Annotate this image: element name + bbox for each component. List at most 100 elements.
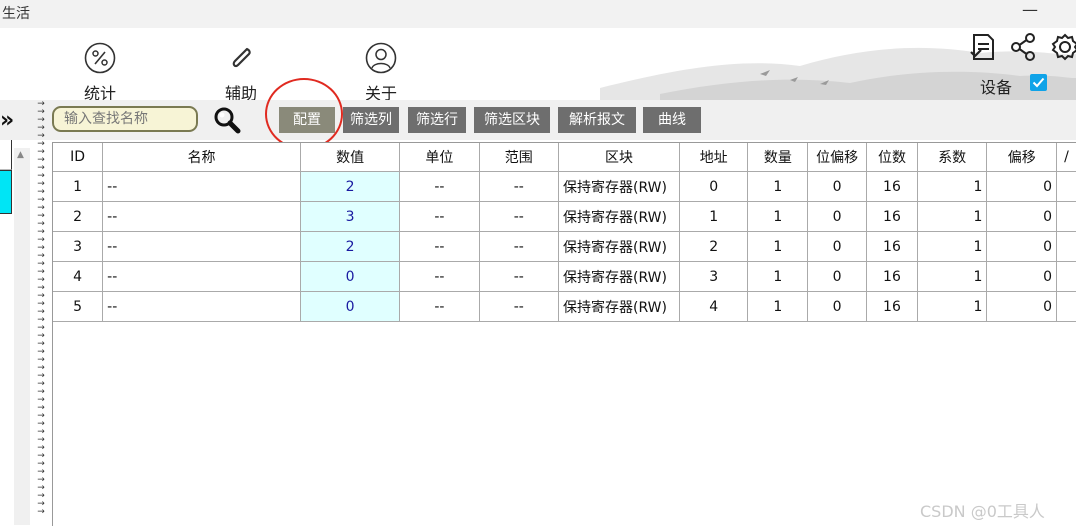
cell-offset: 0 bbox=[987, 292, 1057, 322]
cell-block: 保持寄存器(RW) bbox=[559, 202, 680, 232]
cell-id: 5 bbox=[53, 292, 103, 322]
share-icon[interactable] bbox=[1010, 32, 1038, 62]
cell-unit: -- bbox=[400, 232, 479, 262]
cell-value[interactable]: 0 bbox=[301, 262, 400, 292]
cell-value[interactable]: 3 bbox=[301, 202, 400, 232]
cell-bit-offset: 0 bbox=[808, 202, 867, 232]
cell-address: 1 bbox=[679, 202, 748, 232]
cell-coefficient: 1 bbox=[917, 232, 987, 262]
data-grid: ID 名称 数值 单位 范围 区块 地址 数量 位偏移 位数 系数 偏移 / 1… bbox=[52, 142, 1076, 526]
table-header-row: ID 名称 数值 单位 范围 区块 地址 数量 位偏移 位数 系数 偏移 / bbox=[53, 143, 1076, 172]
cell-id: 1 bbox=[53, 172, 103, 202]
table-row[interactable]: 3--2----保持寄存器(RW)2101610 bbox=[53, 232, 1076, 262]
cell-more bbox=[1057, 232, 1076, 262]
cell-range: -- bbox=[479, 202, 558, 232]
cell-coefficient: 1 bbox=[917, 202, 987, 232]
gear-icon[interactable] bbox=[1050, 32, 1076, 62]
cell-coefficient: 1 bbox=[917, 262, 987, 292]
cell-bit-offset: 0 bbox=[808, 232, 867, 262]
panel-splitter[interactable]: →→→→→→→→→→→→→→→→→→→→→→→→→→→→→→→→→→→→→→→→… bbox=[34, 100, 48, 525]
cell-value[interactable]: 2 bbox=[301, 172, 400, 202]
left-panel-header bbox=[0, 140, 12, 170]
search-input[interactable] bbox=[52, 106, 198, 132]
cell-name: -- bbox=[103, 292, 301, 322]
cell-id: 2 bbox=[53, 202, 103, 232]
column-header-name[interactable]: 名称 bbox=[103, 143, 301, 172]
column-header-coefficient[interactable]: 系数 bbox=[917, 143, 987, 172]
table-row[interactable]: 1--2----保持寄存器(RW)0101610 bbox=[53, 172, 1076, 202]
cell-range: -- bbox=[479, 292, 558, 322]
cell-name: -- bbox=[103, 262, 301, 292]
left-panel-selected-item[interactable] bbox=[0, 170, 12, 214]
cell-block: 保持寄存器(RW) bbox=[559, 262, 680, 292]
title-bar: 生活 — bbox=[0, 0, 1076, 28]
cell-more bbox=[1057, 262, 1076, 292]
cell-block: 保持寄存器(RW) bbox=[559, 172, 680, 202]
cell-coefficient: 1 bbox=[917, 292, 987, 322]
cell-more bbox=[1057, 292, 1076, 322]
cell-name: -- bbox=[103, 232, 301, 262]
cell-more bbox=[1057, 202, 1076, 232]
table-row[interactable]: 5--0----保持寄存器(RW)4101610 bbox=[53, 292, 1076, 322]
paperclip-icon bbox=[225, 42, 257, 74]
cell-bit-count: 16 bbox=[867, 262, 918, 292]
column-header-block[interactable]: 区块 bbox=[559, 143, 680, 172]
cell-unit: -- bbox=[400, 202, 479, 232]
cell-bit-count: 16 bbox=[867, 232, 918, 262]
cell-name: -- bbox=[103, 172, 301, 202]
column-header-address[interactable]: 地址 bbox=[679, 143, 748, 172]
cell-value[interactable]: 0 bbox=[301, 292, 400, 322]
scroll-up-icon[interactable]: ▲ bbox=[17, 150, 24, 160]
cell-address: 4 bbox=[679, 292, 748, 322]
ribbon-button-assist[interactable]: 辅助 bbox=[201, 42, 281, 104]
cell-coefficient: 1 bbox=[917, 172, 987, 202]
cell-quantity: 1 bbox=[748, 292, 808, 322]
report-icon[interactable] bbox=[968, 32, 998, 62]
filter-rows-button[interactable]: 筛选行 bbox=[408, 107, 466, 133]
cell-value[interactable]: 2 bbox=[301, 232, 400, 262]
window-title: 生活 bbox=[2, 3, 30, 23]
cell-id: 3 bbox=[53, 232, 103, 262]
table-row[interactable]: 4--0----保持寄存器(RW)3101610 bbox=[53, 262, 1076, 292]
cell-block: 保持寄存器(RW) bbox=[559, 232, 680, 262]
column-header-unit[interactable]: 单位 bbox=[400, 143, 479, 172]
curve-button[interactable]: 曲线 bbox=[643, 107, 701, 133]
cell-range: -- bbox=[479, 262, 558, 292]
column-header-range[interactable]: 范围 bbox=[479, 143, 558, 172]
filter-blocks-button[interactable]: 筛选区块 bbox=[474, 107, 550, 133]
column-header-quantity[interactable]: 数量 bbox=[748, 143, 808, 172]
cell-quantity: 1 bbox=[748, 202, 808, 232]
cell-bit-count: 16 bbox=[867, 202, 918, 232]
cell-more bbox=[1057, 172, 1076, 202]
cell-unit: -- bbox=[400, 172, 479, 202]
parse-message-button[interactable]: 解析报文 bbox=[558, 107, 636, 133]
filter-columns-button[interactable]: 筛选列 bbox=[343, 107, 399, 133]
device-checkbox[interactable] bbox=[1030, 74, 1047, 91]
column-header-bit-count[interactable]: 位数 bbox=[867, 143, 918, 172]
column-header-id[interactable]: ID bbox=[53, 143, 103, 172]
table-row[interactable]: 2--3----保持寄存器(RW)1101610 bbox=[53, 202, 1076, 232]
expand-panel-icon[interactable]: » bbox=[0, 110, 14, 132]
cell-bit-offset: 0 bbox=[808, 292, 867, 322]
watermark: CSDN @0工具人 bbox=[920, 498, 1045, 522]
column-header-value[interactable]: 数值 bbox=[301, 143, 400, 172]
minimize-button[interactable]: — bbox=[1022, 0, 1038, 19]
cell-unit: -- bbox=[400, 262, 479, 292]
ribbon-button-stats[interactable]: 统计 bbox=[60, 42, 140, 104]
cell-bit-offset: 0 bbox=[808, 262, 867, 292]
cell-id: 4 bbox=[53, 262, 103, 292]
column-header-more[interactable]: / bbox=[1057, 143, 1076, 172]
ribbon-button-about[interactable]: 关于 bbox=[341, 42, 421, 104]
left-scrollbar[interactable]: ▲ bbox=[14, 148, 30, 525]
percent-icon bbox=[84, 42, 116, 74]
config-button[interactable]: 配置 bbox=[279, 107, 335, 133]
cell-quantity: 1 bbox=[748, 262, 808, 292]
search-icon[interactable] bbox=[212, 105, 242, 135]
cell-address: 0 bbox=[679, 172, 748, 202]
column-header-bit-offset[interactable]: 位偏移 bbox=[808, 143, 867, 172]
user-icon bbox=[365, 42, 397, 74]
column-header-offset[interactable]: 偏移 bbox=[987, 143, 1057, 172]
ribbon bbox=[0, 28, 1076, 100]
cell-address: 3 bbox=[679, 262, 748, 292]
cell-block: 保持寄存器(RW) bbox=[559, 292, 680, 322]
